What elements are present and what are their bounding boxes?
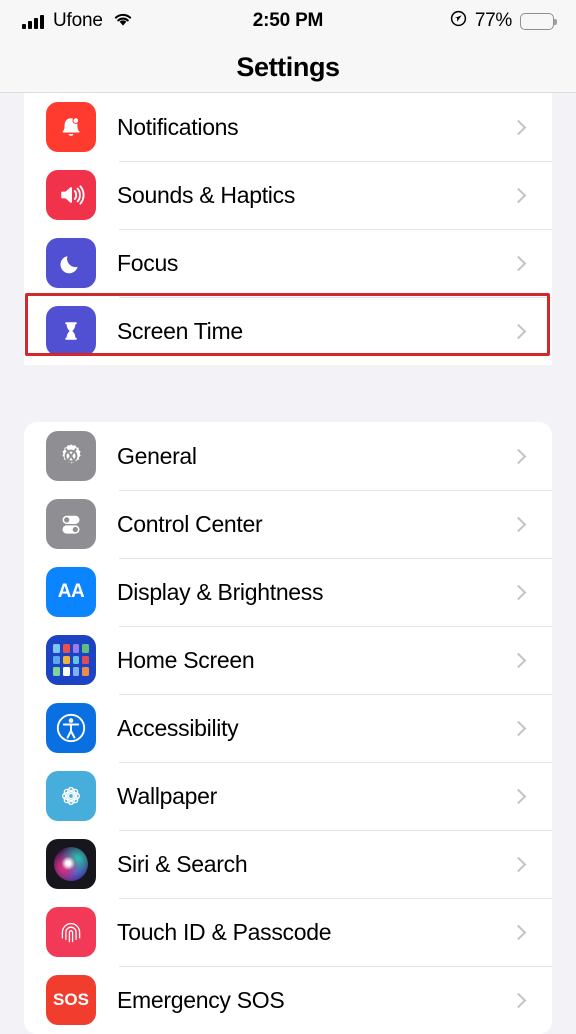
settings-group-general: General Control Center AA Display & Brig… [24, 422, 552, 1034]
wifi-icon [112, 11, 134, 32]
status-bar: Ufone 2:50 PM 77% [0, 0, 576, 42]
sidebar-item-label: Sounds & Haptics [117, 181, 296, 208]
sidebar-item-control-center[interactable]: Control Center [24, 490, 552, 558]
bell-icon [46, 102, 96, 152]
cellular-signal-icon [22, 14, 44, 29]
sidebar-item-general[interactable]: General [24, 422, 552, 490]
sidebar-item-label: Control Center [117, 510, 263, 537]
hourglass-icon [46, 306, 96, 356]
sidebar-item-siri-search[interactable]: Siri & Search [24, 830, 552, 898]
chevron-right-icon [510, 448, 527, 464]
sidebar-item-wallpaper[interactable]: Wallpaper [24, 762, 552, 830]
sos-glyph: SOS [53, 990, 89, 1009]
accessibility-icon [46, 703, 96, 753]
sidebar-item-label: Siri & Search [117, 850, 248, 877]
app-grid-icon [46, 635, 96, 685]
settings-scroll-view[interactable]: Notifications Sounds & Haptics Focus Scr… [0, 93, 576, 1034]
app-grid-dots [46, 635, 96, 685]
sidebar-item-label: Screen Time [117, 317, 243, 344]
speaker-wave-icon [46, 170, 96, 220]
navigation-bar: Settings [0, 42, 576, 93]
gear-icon [46, 431, 96, 481]
sidebar-item-label: Touch ID & Passcode [117, 918, 332, 945]
chevron-right-icon [510, 119, 527, 135]
sidebar-item-label: Wallpaper [117, 782, 217, 809]
flower-icon [46, 771, 96, 821]
sidebar-item-label: Accessibility [117, 714, 239, 741]
siri-orb-icon [46, 839, 96, 889]
sidebar-item-label: Focus [117, 249, 179, 276]
page-title: Settings [236, 51, 340, 82]
chevron-right-icon [510, 255, 527, 271]
toggles-icon [46, 499, 96, 549]
text-size-aa-icon: AA [46, 567, 96, 617]
sidebar-item-label: Emergency SOS [117, 986, 285, 1013]
sidebar-item-sounds-haptics[interactable]: Sounds & Haptics [24, 161, 552, 229]
sos-icon: SOS [46, 975, 96, 1025]
sidebar-item-touch-id-passcode[interactable]: Touch ID & Passcode [24, 898, 552, 966]
sidebar-item-notifications[interactable]: Notifications [24, 93, 552, 161]
status-bar-left: Ufone [22, 10, 134, 32]
fingerprint-icon [46, 907, 96, 957]
chevron-right-icon [510, 516, 527, 532]
sidebar-item-accessibility[interactable]: Accessibility [24, 694, 552, 762]
sidebar-item-label: Home Screen [117, 646, 255, 673]
sidebar-item-home-screen[interactable]: Home Screen [24, 626, 552, 694]
chevron-right-icon [510, 652, 527, 668]
clock-label: 2:50 PM [252, 10, 324, 31]
location-arrow-icon [450, 10, 467, 32]
sidebar-item-display-brightness[interactable]: AA Display & Brightness [24, 558, 552, 626]
battery-percent-label: 77% [474, 10, 512, 31]
sidebar-item-focus[interactable]: Focus [24, 229, 552, 297]
sidebar-item-label: Notifications [117, 113, 239, 140]
chevron-right-icon [510, 584, 527, 600]
chevron-right-icon [510, 924, 527, 940]
aa-glyph: AA [57, 581, 85, 602]
sidebar-item-screen-time[interactable]: Screen Time [24, 297, 552, 365]
sidebar-item-label: General [117, 442, 197, 469]
sidebar-item-label: Display & Brightness [117, 578, 324, 605]
chevron-right-icon [510, 856, 527, 872]
battery-icon [520, 12, 557, 30]
moon-icon [46, 238, 96, 288]
siri-orb-gradient [54, 847, 88, 881]
chevron-right-icon [510, 720, 527, 736]
settings-group-notifications: Notifications Sounds & Haptics Focus Scr… [24, 93, 552, 365]
chevron-right-icon [510, 187, 527, 203]
chevron-right-icon [510, 323, 527, 339]
carrier-label: Ufone [53, 10, 103, 31]
chevron-right-icon [510, 788, 527, 804]
status-bar-right: 77% [450, 10, 557, 32]
chevron-right-icon [510, 992, 527, 1008]
